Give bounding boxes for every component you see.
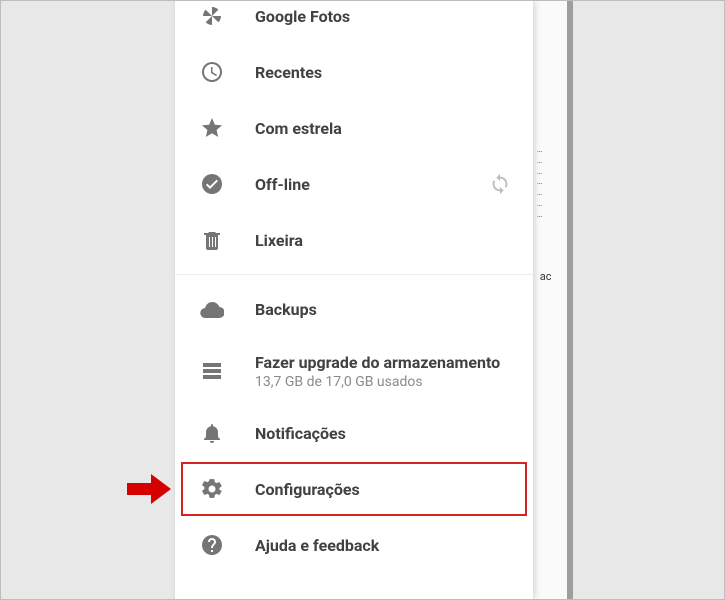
sync-icon[interactable] (489, 173, 511, 195)
menu-item-configuracoes[interactable]: Configurações (175, 461, 533, 517)
menu-item-offline[interactable]: Off-line (175, 156, 533, 212)
offline-icon (199, 171, 225, 197)
menu-item-ajuda[interactable]: Ajuda e feedback (175, 517, 533, 573)
menu-sublabel: 13,7 GB de 17,0 GB usados (255, 374, 500, 390)
bg-text-2: ac (537, 270, 551, 300)
menu-item-backups[interactable]: Backups (175, 281, 533, 337)
menu-item-recentes[interactable]: Recentes (175, 44, 533, 100)
menu-label: Notificações (255, 424, 346, 443)
menu-label: Configurações (255, 480, 360, 499)
background-content: … … … … … … … ac (533, 0, 573, 600)
storage-icon (199, 358, 225, 384)
red-arrow-annotation (127, 474, 171, 504)
bell-icon (199, 420, 225, 446)
help-icon (199, 532, 225, 558)
menu-label: Off-line (255, 175, 310, 194)
menu-item-notificacoes[interactable]: Notificações (175, 405, 533, 461)
menu-label: Lixeira (255, 231, 303, 250)
menu-item-lixeira[interactable]: Lixeira (175, 212, 533, 268)
menu-label: Recentes (255, 63, 322, 82)
menu-item-google-fotos[interactable]: Google Fotos (175, 0, 533, 44)
menu-label: Google Fotos (255, 7, 350, 26)
menu-item-upgrade-storage[interactable]: Fazer upgrade do armazenamento 13,7 GB d… (175, 337, 533, 405)
menu-label: Fazer upgrade do armazenamento (255, 353, 500, 372)
pinwheel-icon (199, 3, 225, 29)
gear-icon (199, 476, 225, 502)
trash-icon (199, 227, 225, 253)
clock-icon (199, 59, 225, 85)
menu-label: Ajuda e feedback (255, 536, 379, 555)
star-icon (199, 115, 225, 141)
cloud-icon (199, 296, 225, 322)
phone-frame: … … … … … … … ac Google Fotos Recentes C… (175, 0, 573, 600)
menu-label: Com estrela (255, 119, 342, 138)
divider (175, 274, 533, 275)
bg-text-1: … … … … … … … (537, 145, 542, 221)
menu-item-com-estrela[interactable]: Com estrela (175, 100, 533, 156)
menu-label: Backups (255, 300, 317, 319)
navigation-drawer: Google Fotos Recentes Com estrela Off-li… (175, 0, 533, 600)
